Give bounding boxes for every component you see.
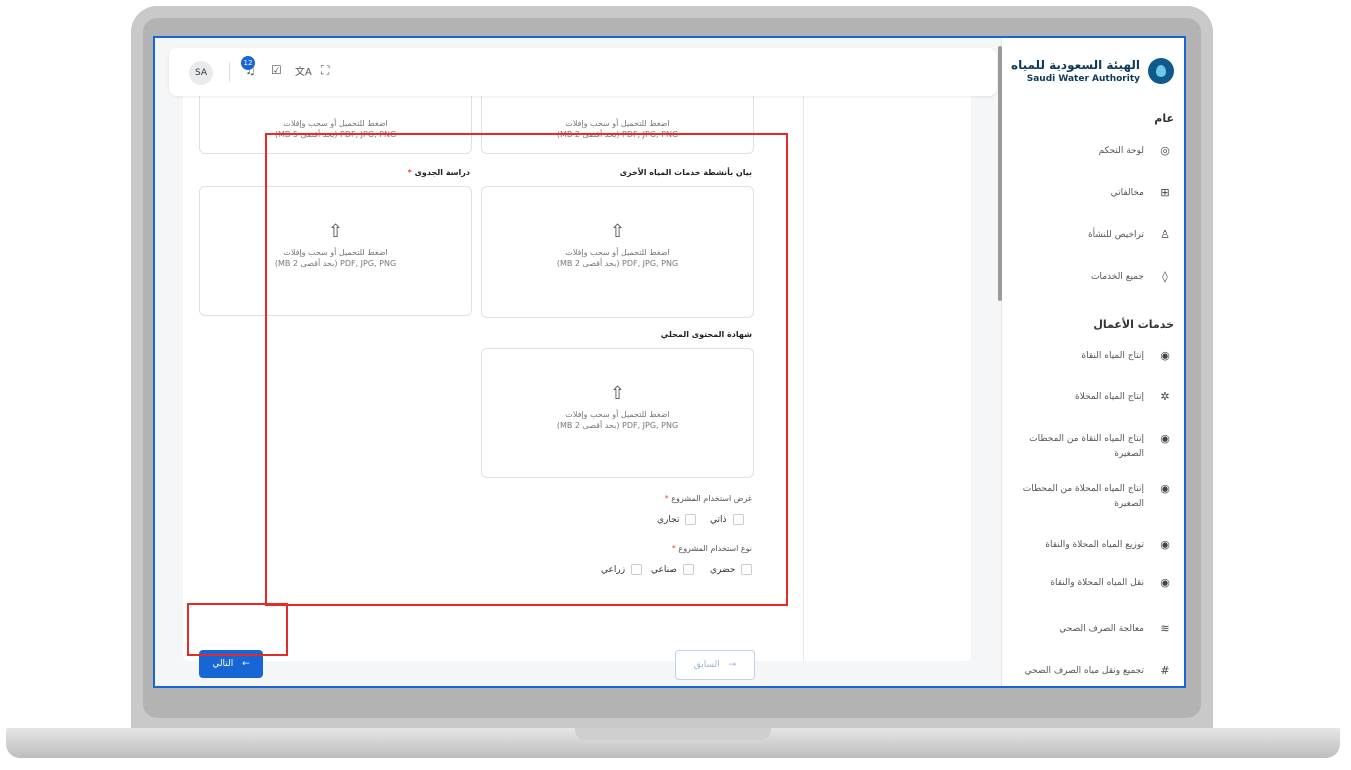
sidebar-item-label: إنتاج المياه النقاة [1081, 351, 1144, 361]
sidebar-item-label: إنتاج المياه المحلاة من المحطات الصغيرة [1022, 484, 1144, 509]
drop-icon: ◊ [1162, 270, 1168, 283]
upload-hint: اضغط للتحميل أو سحب وإفلات [283, 119, 388, 128]
top-bar: SA ♫ 12 ☑ 文A ⛶ [169, 48, 997, 96]
waves-icon: ≋ [1160, 622, 1170, 635]
sidebar-item-distribution[interactable]: ◉ توزيع المياه المحلاة والنقاة [1012, 538, 1172, 553]
upload-hint: اضغط للتحميل أو سحب وإفلات [565, 119, 670, 128]
sidebar: الهيئة السعودية للمياه Saudi Water Autho… [1001, 38, 1184, 686]
sidebar-item-pure-small-stations[interactable]: ◉ إنتاج المياه النقاة من المحطات الصغيرة [1012, 432, 1172, 462]
divider [803, 90, 804, 661]
sidebar-item-label: تجميع ونقل مياه الصرف الصحي [1024, 666, 1144, 676]
org-name-ar: الهيئة السعودية للمياه [1011, 58, 1140, 72]
sidebar-item-label: نقل المياه المحلاة والنقاة [1050, 578, 1144, 588]
arrow-right-icon: → [728, 660, 737, 670]
sidebar-item-violations[interactable]: ⊞ مخالفاتي [1012, 186, 1172, 201]
sidebar-item-dashboard[interactable]: ◎ لوحة التحكم [1012, 144, 1172, 159]
water-drop-icon: ◉ [1160, 432, 1170, 445]
notification-badge: 12 [241, 56, 255, 70]
water-drop-icon: ◉ [1160, 538, 1170, 551]
sidebar-section-business: خدمات الأعمال [1093, 318, 1174, 331]
sidebar-item-sewage-treatment[interactable]: ≋ معالجة الصرف الصحي [1012, 622, 1172, 637]
avatar[interactable]: SA [189, 61, 213, 85]
previous-label: السابق [693, 660, 720, 670]
user-icon: ♙ [1160, 228, 1170, 241]
sidebar-item-label: لوحة التحكم [1098, 146, 1144, 156]
arrow-left-icon: ← [242, 659, 250, 669]
water-drop-icon: ◉ [1160, 349, 1170, 362]
fullscreen-icon[interactable]: ⛶ [321, 63, 329, 78]
sidebar-item-pure-water[interactable]: ◉ إنتاج المياه النقاة [1012, 349, 1172, 364]
water-drop-icon: ◉ [1160, 482, 1170, 495]
sidebar-item-desal-small-stations[interactable]: ◉ إنتاج المياه المحلاة من المحطات الصغير… [1012, 482, 1172, 512]
sidebar-item-sewage-collection[interactable]: # تجميع ونقل مياه الصرف الصحي [1012, 664, 1172, 679]
highlight-next-button [187, 603, 288, 656]
sun-icon: ✲ [1160, 390, 1170, 403]
org-logo[interactable]: الهيئة السعودية للمياه Saudi Water Autho… [1011, 52, 1174, 92]
water-drop-icon: ◉ [1160, 576, 1170, 589]
clipboard-check-icon[interactable]: ☑ [271, 63, 282, 77]
sidebar-item-label: إنتاج المياه النقاة من المحطات الصغيرة [1029, 434, 1144, 459]
sidebar-scrollbar[interactable] [998, 46, 1002, 301]
sidebar-item-label: مخالفاتي [1110, 188, 1144, 198]
sidebar-item-label: معالجة الصرف الصحي [1059, 624, 1144, 634]
sidebar-item-label: تراخيص للنشأة [1087, 230, 1144, 240]
dashboard-icon: ◎ [1160, 144, 1170, 157]
hash-icon: # [1160, 664, 1170, 677]
previous-button[interactable]: السابق → [675, 650, 755, 680]
sidebar-item-label: إنتاج المياه المحلاة [1075, 392, 1144, 402]
sidebar-item-all-services[interactable]: ◊ جميع الخدمات [1012, 270, 1172, 285]
sidebar-item-label: جميع الخدمات [1091, 272, 1144, 282]
sidebar-item-licenses[interactable]: ♙ تراخيص للنشأة [1012, 228, 1172, 243]
highlight-form-area [265, 133, 788, 606]
swa-logo-icon [1148, 58, 1174, 84]
sidebar-item-desalinated[interactable]: ✲ إنتاج المياه المحلاة [1012, 390, 1172, 405]
sidebar-item-label: توزيع المياه المحلاة والنقاة [1045, 540, 1144, 550]
org-name-en: Saudi Water Authority [1026, 74, 1140, 84]
grid-icon: ⊞ [1160, 186, 1170, 199]
sidebar-item-transport[interactable]: ◉ نقل المياه المحلاة والنقاة [1012, 576, 1172, 591]
laptop-notch [575, 728, 771, 740]
translate-icon[interactable]: 文A [295, 63, 312, 78]
divider [229, 62, 230, 82]
sidebar-section-general: عام [1154, 112, 1174, 125]
next-label: التالي [212, 659, 234, 669]
